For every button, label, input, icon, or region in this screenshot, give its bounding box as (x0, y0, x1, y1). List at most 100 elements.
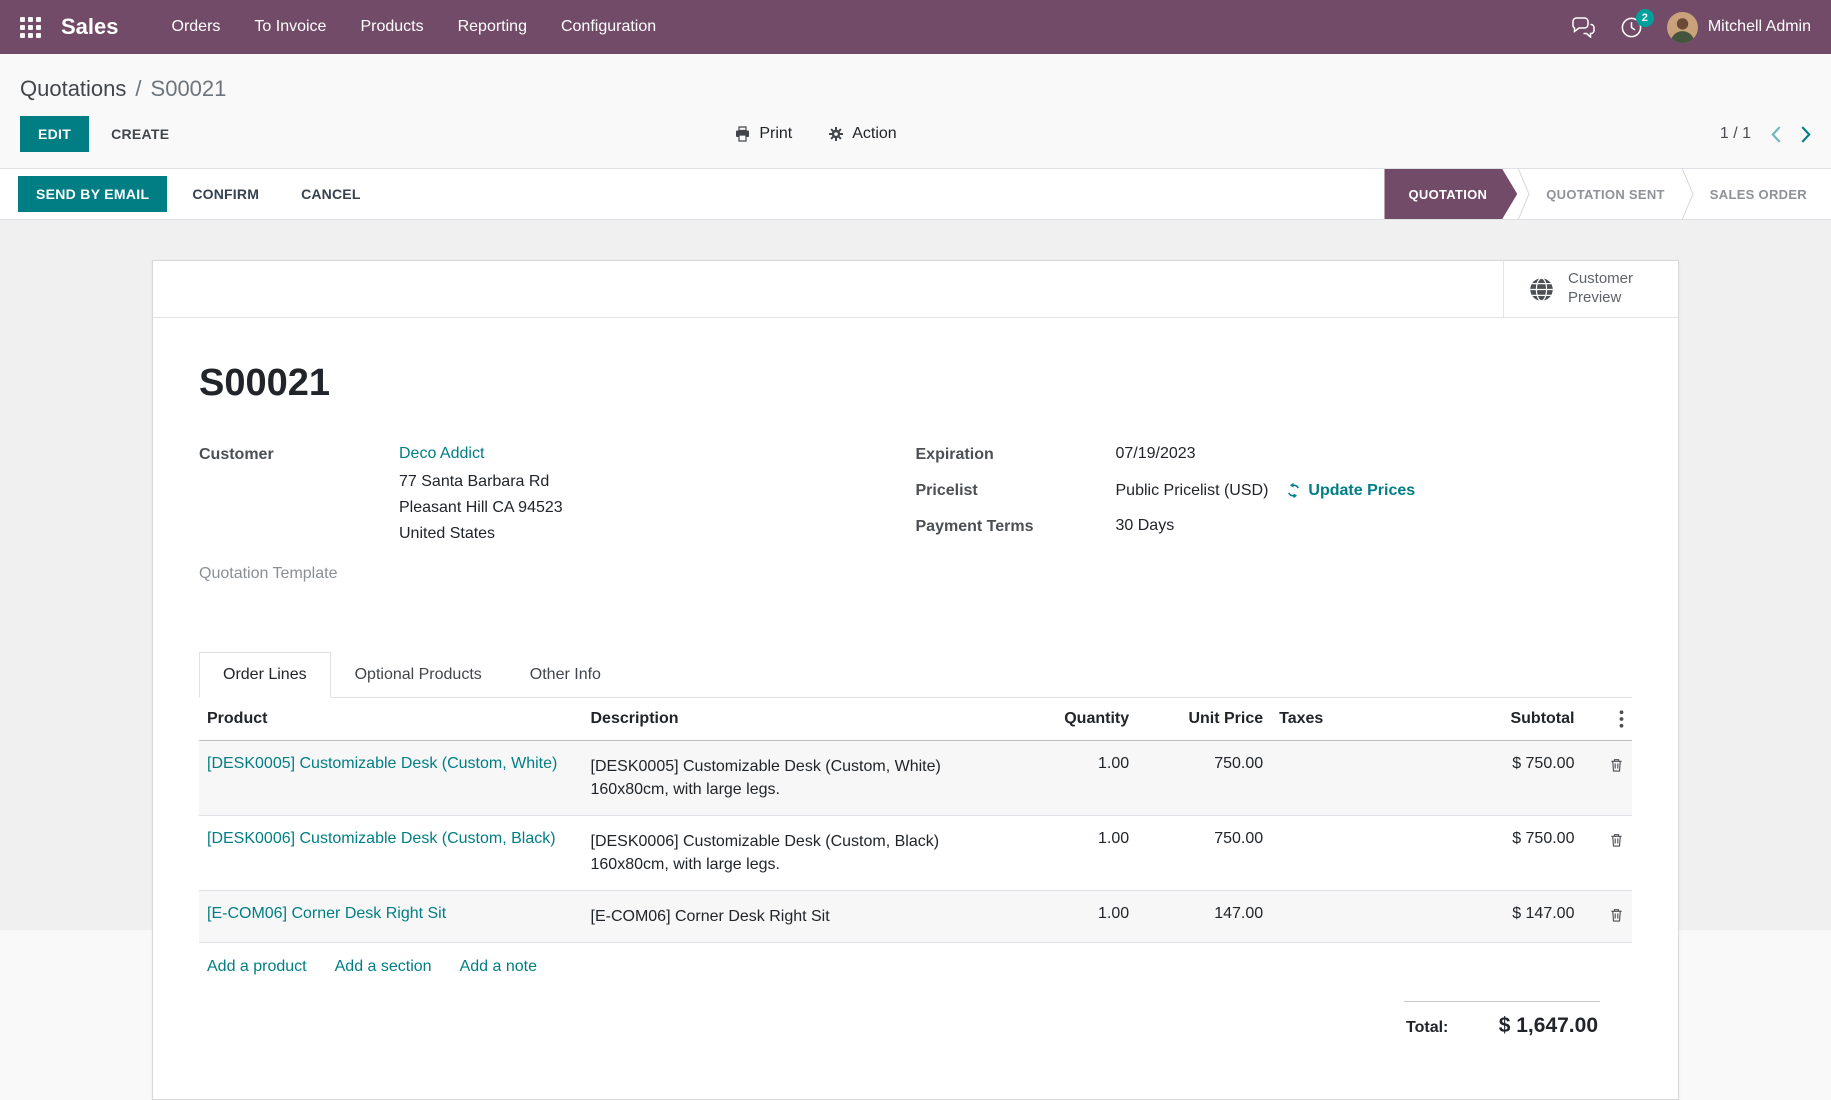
apps-menu-icon[interactable] (20, 17, 41, 38)
col-quantity: Quantity (1024, 698, 1137, 741)
print-button[interactable]: Print (734, 125, 792, 143)
status-widget: QUOTATION QUOTATION SENT SALES ORDER (1384, 169, 1831, 219)
delete-line-icon[interactable] (1609, 755, 1624, 773)
expiration-value: 07/19/2023 (1116, 445, 1196, 464)
line-quantity: 1.00 (1024, 741, 1137, 816)
payment-terms-label: Payment Terms (916, 517, 1116, 536)
menu-to-invoice[interactable]: To Invoice (237, 0, 343, 54)
breadcrumb-quotations[interactable]: Quotations (20, 76, 126, 101)
expiration-label: Expiration (916, 445, 1116, 464)
table-header-row: Product Description Quantity Unit Price … (199, 698, 1632, 741)
state-quotation-sent[interactable]: QUOTATION SENT (1530, 169, 1681, 219)
activities-icon[interactable]: 2 (1620, 16, 1643, 39)
tab-other-info[interactable]: Other Info (506, 652, 625, 698)
main-menu: Orders To Invoice Products Reporting Con… (155, 0, 674, 54)
line-description: [DESK0006] Customizable Desk (Custom, Bl… (583, 816, 1024, 891)
pricelist-value: Public Pricelist (USD) (1116, 482, 1269, 500)
menu-configuration[interactable]: Configuration (544, 0, 673, 54)
quotation-sheet: Customer Preview S00021 Customer Deco Ad… (152, 260, 1679, 1100)
line-subtotal: $ 147.00 (1395, 891, 1583, 943)
delete-line-icon[interactable] (1609, 905, 1624, 923)
line-taxes (1271, 741, 1395, 816)
col-product: Product (199, 698, 583, 741)
col-description: Description (583, 698, 1024, 741)
quotation-title: S00021 (199, 362, 1632, 405)
menu-reporting[interactable]: Reporting (441, 0, 544, 54)
delete-line-icon[interactable] (1609, 830, 1624, 848)
customer-preview-button[interactable]: Customer Preview (1503, 261, 1678, 317)
confirm-button[interactable]: CONFIRM (175, 176, 276, 212)
col-taxes: Taxes (1271, 698, 1395, 741)
statusbar: SEND BY EMAIL CONFIRM CANCEL QUOTATION Q… (0, 168, 1831, 220)
refresh-icon (1286, 483, 1301, 498)
customer-label: Customer (199, 445, 399, 547)
tab-order-lines[interactable]: Order Lines (199, 652, 331, 698)
activity-badge: 2 (1636, 9, 1654, 27)
product-link[interactable]: [DESK0005] Customizable Desk (Custom, Wh… (207, 755, 557, 772)
optional-columns-icon[interactable] (1590, 710, 1624, 728)
menu-products[interactable]: Products (343, 0, 440, 54)
action-button[interactable]: Action (828, 125, 896, 143)
state-separator-icon (1681, 169, 1694, 219)
table-footer-links: Add a product Add a section Add a note (199, 943, 1632, 991)
order-total: Total: $ 1,647.00 (1404, 1001, 1600, 1038)
gear-icon (828, 126, 844, 142)
send-by-email-button[interactable]: SEND BY EMAIL (18, 176, 167, 212)
update-prices-label: Update Prices (1308, 482, 1415, 500)
line-taxes (1271, 891, 1395, 943)
add-section-link[interactable]: Add a section (335, 958, 432, 976)
print-label: Print (759, 125, 792, 143)
pricelist-label: Pricelist (916, 481, 1116, 500)
pager-next-icon[interactable] (1801, 126, 1811, 143)
form-view: Customer Preview S00021 Customer Deco Ad… (0, 220, 1831, 930)
product-link[interactable]: [DESK0006] Customizable Desk (Custom, Bl… (207, 830, 556, 847)
order-line-row[interactable]: [DESK0005] Customizable Desk (Custom, Wh… (199, 741, 1632, 816)
total-value: $ 1,647.00 (1499, 1014, 1598, 1038)
total-label: Total: (1406, 1019, 1448, 1037)
edit-button[interactable]: EDIT (20, 116, 89, 152)
customer-address: 77 Santa Barbara Rd Pleasant Hill CA 945… (399, 469, 563, 547)
col-unit-price: Unit Price (1137, 698, 1271, 741)
user-menu[interactable]: Mitchell Admin (1667, 12, 1811, 43)
globe-icon (1528, 276, 1555, 303)
line-unit-price: 147.00 (1137, 891, 1271, 943)
action-label: Action (852, 125, 896, 143)
tab-optional-products[interactable]: Optional Products (331, 652, 506, 698)
messages-icon[interactable] (1571, 16, 1596, 38)
col-subtotal: Subtotal (1395, 698, 1583, 741)
line-taxes (1271, 816, 1395, 891)
state-quotation[interactable]: QUOTATION (1384, 169, 1517, 219)
add-product-link[interactable]: Add a product (207, 958, 307, 976)
breadcrumb-current: S00021 (151, 76, 227, 101)
product-link[interactable]: [E-COM06] Corner Desk Right Sit (207, 905, 446, 922)
customer-preview-label: Customer Preview (1568, 270, 1654, 308)
pager-value: 1 / 1 (1720, 125, 1751, 143)
customer-link[interactable]: Deco Addict (399, 445, 563, 463)
payment-terms-value: 30 Days (1116, 517, 1175, 536)
menu-orders[interactable]: Orders (155, 0, 238, 54)
create-button[interactable]: CREATE (95, 116, 185, 152)
breadcrumb-separator: / (135, 76, 141, 101)
line-unit-price: 750.00 (1137, 816, 1271, 891)
breadcrumb: Quotations / S00021 (0, 54, 1831, 114)
state-sales-order[interactable]: SALES ORDER (1694, 169, 1823, 219)
avatar (1667, 12, 1698, 43)
order-line-row[interactable]: [DESK0006] Customizable Desk (Custom, Bl… (199, 816, 1632, 891)
line-quantity: 1.00 (1024, 816, 1137, 891)
notebook-tabs: Order Lines Optional Products Other Info (199, 652, 1632, 698)
pager-previous-icon[interactable] (1771, 126, 1781, 143)
printer-icon (734, 126, 751, 142)
update-prices-button[interactable]: Update Prices (1286, 482, 1415, 500)
add-note-link[interactable]: Add a note (460, 958, 537, 976)
cancel-button[interactable]: CANCEL (284, 176, 378, 212)
quotation-template-label: Quotation Template (199, 564, 337, 583)
app-name[interactable]: Sales (61, 14, 119, 40)
line-description: [DESK0005] Customizable Desk (Custom, Wh… (583, 741, 1024, 816)
line-quantity: 1.00 (1024, 891, 1137, 943)
order-line-row[interactable]: [E-COM06] Corner Desk Right Sit [E-COM06… (199, 891, 1632, 943)
order-lines-table: Product Description Quantity Unit Price … (199, 698, 1632, 943)
control-panel: EDIT CREATE Print Action (0, 114, 1831, 168)
top-navbar: Sales Orders To Invoice Products Reporti… (0, 0, 1831, 54)
state-separator-icon (1517, 169, 1530, 219)
line-description: [E-COM06] Corner Desk Right Sit (583, 891, 1024, 943)
